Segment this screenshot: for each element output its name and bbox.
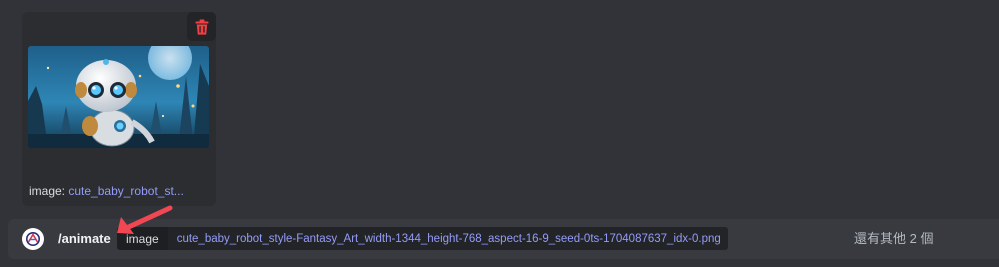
option-value[interactable]: cute_baby_robot_style-Fantasy_Art_width-… — [167, 227, 728, 250]
more-options-text[interactable]: 還有其他 2 個 — [854, 231, 933, 247]
command-name[interactable]: /animate — [58, 231, 111, 247]
bot-avatar[interactable] — [22, 228, 44, 250]
bot-logo-icon — [26, 232, 40, 246]
chat-page: image: cute_baby_robot_st... /animate im… — [0, 0, 999, 267]
attachment-filename: image: cute_baby_robot_st... — [29, 184, 184, 198]
trash-icon — [195, 19, 208, 35]
attachment-filename-value[interactable]: cute_baby_robot_st... — [68, 184, 183, 198]
attachment-thumbnail[interactable] — [28, 46, 209, 148]
command-option-image[interactable]: image cute_baby_robot_style-Fantasy_Art_… — [117, 227, 728, 250]
delete-attachment-button[interactable] — [187, 12, 216, 41]
option-name: image — [117, 227, 168, 250]
attachment-label: image: — [29, 184, 66, 198]
